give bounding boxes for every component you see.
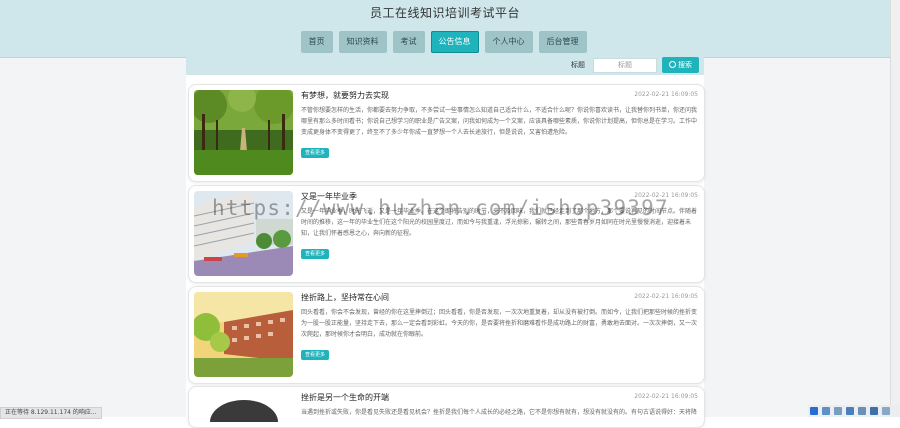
read-more-button[interactable]: 查看更多 [301, 148, 330, 158]
nav-item-knowledge[interactable]: 知识资料 [338, 31, 387, 53]
article-summary: 当遇到挫折或失败，你是看见失败还是看见机会？挫折是我们每个人成长的必经之路，它不… [301, 409, 698, 416]
nav-item-exam[interactable]: 考试 [392, 31, 425, 53]
article-summary: 回头看看，你会不会发现，曾经的你在这里摔倒过；回头看看，你是否发现，一次次地重复… [301, 309, 698, 338]
nav-item-notice[interactable]: 公告信息 [430, 31, 479, 53]
main-nav: 首页 知识资料 考试 公告信息 个人中心 后台管理 [0, 31, 890, 53]
read-more-button[interactable]: 查看更多 [301, 249, 330, 259]
article-card[interactable]: 挫折是另一个生命的开端 2022-02-21 16:09:05 当遇到挫折或失败… [188, 386, 705, 428]
article-card[interactable]: 挫折路上，坚持常在心间 2022-02-21 16:09:05 回头看看，你会不… [188, 286, 705, 384]
search-label: 标题 [571, 61, 585, 69]
site-title: 员工在线知识培训考试平台 [369, 6, 520, 20]
volume-icon[interactable] [846, 407, 854, 415]
settings-icon[interactable] [882, 407, 890, 415]
search-button-label: 搜索 [678, 61, 692, 69]
nav-item-admin[interactable]: 后台管理 [538, 31, 587, 53]
article-thumbnail-building[interactable] [194, 292, 293, 377]
article-date: 2022-02-21 16:09:05 [634, 293, 698, 300]
article-title[interactable]: 挫折路上，坚持常在心间 [301, 292, 389, 303]
keyboard-icon[interactable] [858, 407, 866, 415]
page-scrollbar[interactable] [890, 0, 900, 417]
search-input[interactable]: 标题 [593, 58, 657, 73]
article-summary: 不管你想要怎样的生活，你都要去努力争取，不多尝试一些事情怎么知道自己适合什么，不… [301, 107, 698, 136]
search-button[interactable]: 搜索 [662, 57, 699, 73]
article-title[interactable]: 有梦想，就要努力去实现 [301, 90, 389, 101]
read-more-button[interactable]: 查看更多 [301, 350, 330, 360]
nav-item-home[interactable]: 首页 [300, 31, 333, 53]
search-icon [669, 61, 676, 68]
site-header: 员工在线知识培训考试平台 首页 知识资料 考试 公告信息 个人中心 后台管理 [0, 0, 890, 58]
article-date: 2022-02-21 16:09:05 [634, 393, 698, 400]
article-card[interactable]: 有梦想，就要努力去实现 2022-02-21 16:09:05 不管你想要怎样的… [188, 84, 705, 182]
article-title[interactable]: 挫折是另一个生命的开端 [301, 392, 389, 403]
user-icon[interactable] [870, 407, 878, 415]
browser-status-bar: 正在等待 8.129.11.174 的响应... [0, 407, 102, 419]
network-icon[interactable] [822, 407, 830, 415]
system-tray [808, 405, 900, 417]
article-thumbnail-dark[interactable] [194, 392, 293, 422]
article-thumbnail-park[interactable] [194, 90, 293, 175]
article-date: 2022-02-21 16:09:05 [634, 91, 698, 98]
moon-icon[interactable] [834, 407, 842, 415]
nav-item-profile[interactable]: 个人中心 [484, 31, 533, 53]
app-icon[interactable] [810, 407, 818, 415]
watermark-text: https://www.huzhan.com/ishop39397 [212, 196, 669, 220]
